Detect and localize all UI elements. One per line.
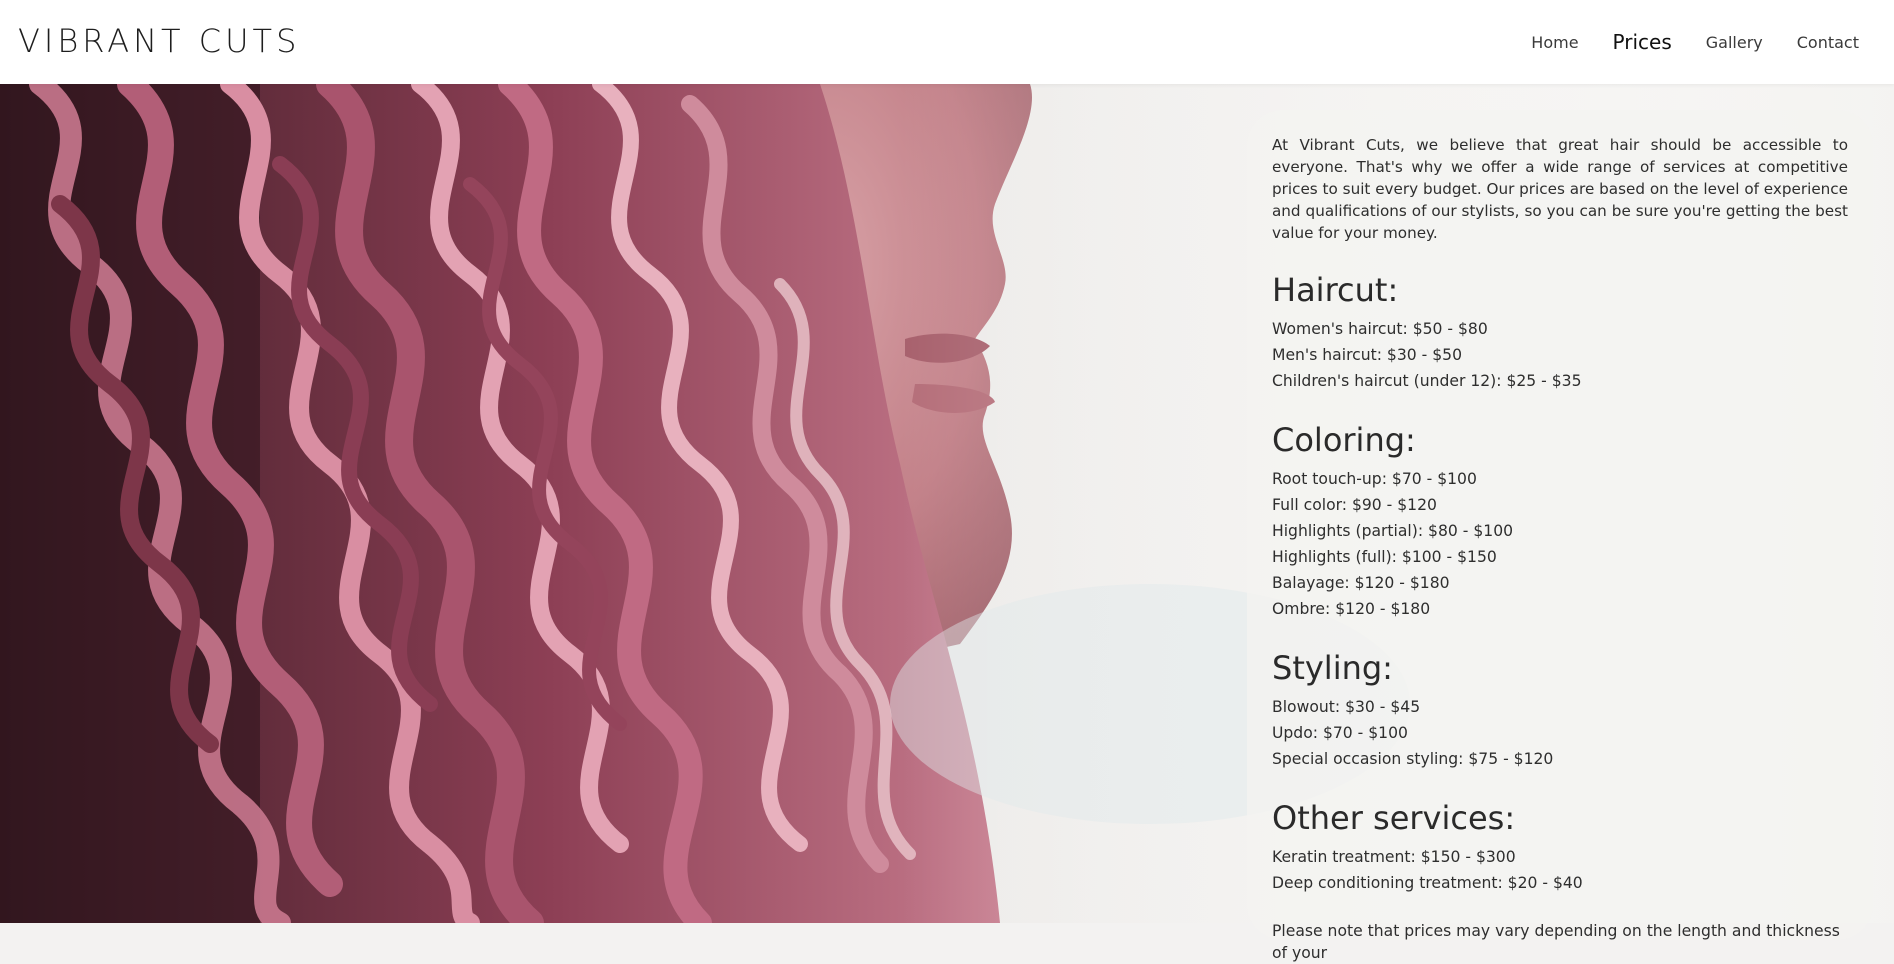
price-item: Blowout: $30 - $45 (1272, 698, 1421, 716)
nav-gallery-link[interactable]: Gallery (1706, 33, 1763, 52)
price-list: Blowout: $30 - $45 Updo: $70 - $100 Spec… (1272, 694, 1848, 772)
section-title: Other services: (1272, 799, 1516, 837)
prices-note: Please note that prices may vary dependi… (1272, 922, 1840, 962)
price-item: Highlights (partial): $80 - $100 (1272, 522, 1514, 540)
price-section-coloring: Coloring: Root touch-up: $70 - $100 Full… (1272, 420, 1848, 622)
site-header: VIBRANT CUTS Home Prices Gallery Contact (0, 0, 1894, 84)
nav-contact-link[interactable]: Contact (1797, 33, 1859, 52)
price-item: Keratin treatment: $150 - $300 (1272, 848, 1516, 866)
nav-home-link[interactable]: Home (1531, 33, 1578, 52)
price-list: Keratin treatment: $150 - $300 Deep cond… (1272, 844, 1848, 896)
price-item: Root touch-up: $70 - $100 (1272, 470, 1477, 488)
price-section-other: Other services: Keratin treatment: $150 … (1272, 798, 1848, 896)
prices-panel: At Vibrant Cuts, we believe that great h… (1247, 110, 1873, 962)
price-item: Men's haircut: $30 - $50 (1272, 346, 1462, 364)
section-title: Haircut: (1272, 271, 1399, 309)
price-item: Full color: $90 - $120 (1272, 496, 1437, 514)
price-item: Children's haircut (under 12): $25 - $35 (1272, 372, 1582, 390)
prices-intro: At Vibrant Cuts, we believe that great h… (1272, 136, 1848, 242)
price-item: Special occasion styling: $75 - $120 (1272, 750, 1554, 768)
section-title: Coloring: (1272, 421, 1416, 459)
price-item: Women's haircut: $50 - $80 (1272, 320, 1488, 338)
price-item: Highlights (full): $100 - $150 (1272, 548, 1497, 566)
section-title: Styling: (1272, 649, 1393, 687)
main-nav: Home Prices Gallery Contact (1531, 0, 1859, 84)
price-item: Balayage: $120 - $180 (1272, 574, 1450, 592)
price-item: Deep conditioning treatment: $20 - $40 (1272, 874, 1583, 892)
price-list: Root touch-up: $70 - $100 Full color: $9… (1272, 466, 1848, 622)
price-item: Updo: $70 - $100 (1272, 724, 1408, 742)
price-list: Women's haircut: $50 - $80 Men's haircut… (1272, 316, 1848, 394)
price-section-haircut: Haircut: Women's haircut: $50 - $80 Men'… (1272, 270, 1848, 394)
site-logo[interactable]: VIBRANT CUTS (18, 22, 300, 60)
price-item: Ombre: $120 - $180 (1272, 600, 1431, 618)
price-section-styling: Styling: Blowout: $30 - $45 Updo: $70 - … (1272, 648, 1848, 772)
nav-prices-link[interactable]: Prices (1613, 30, 1672, 54)
